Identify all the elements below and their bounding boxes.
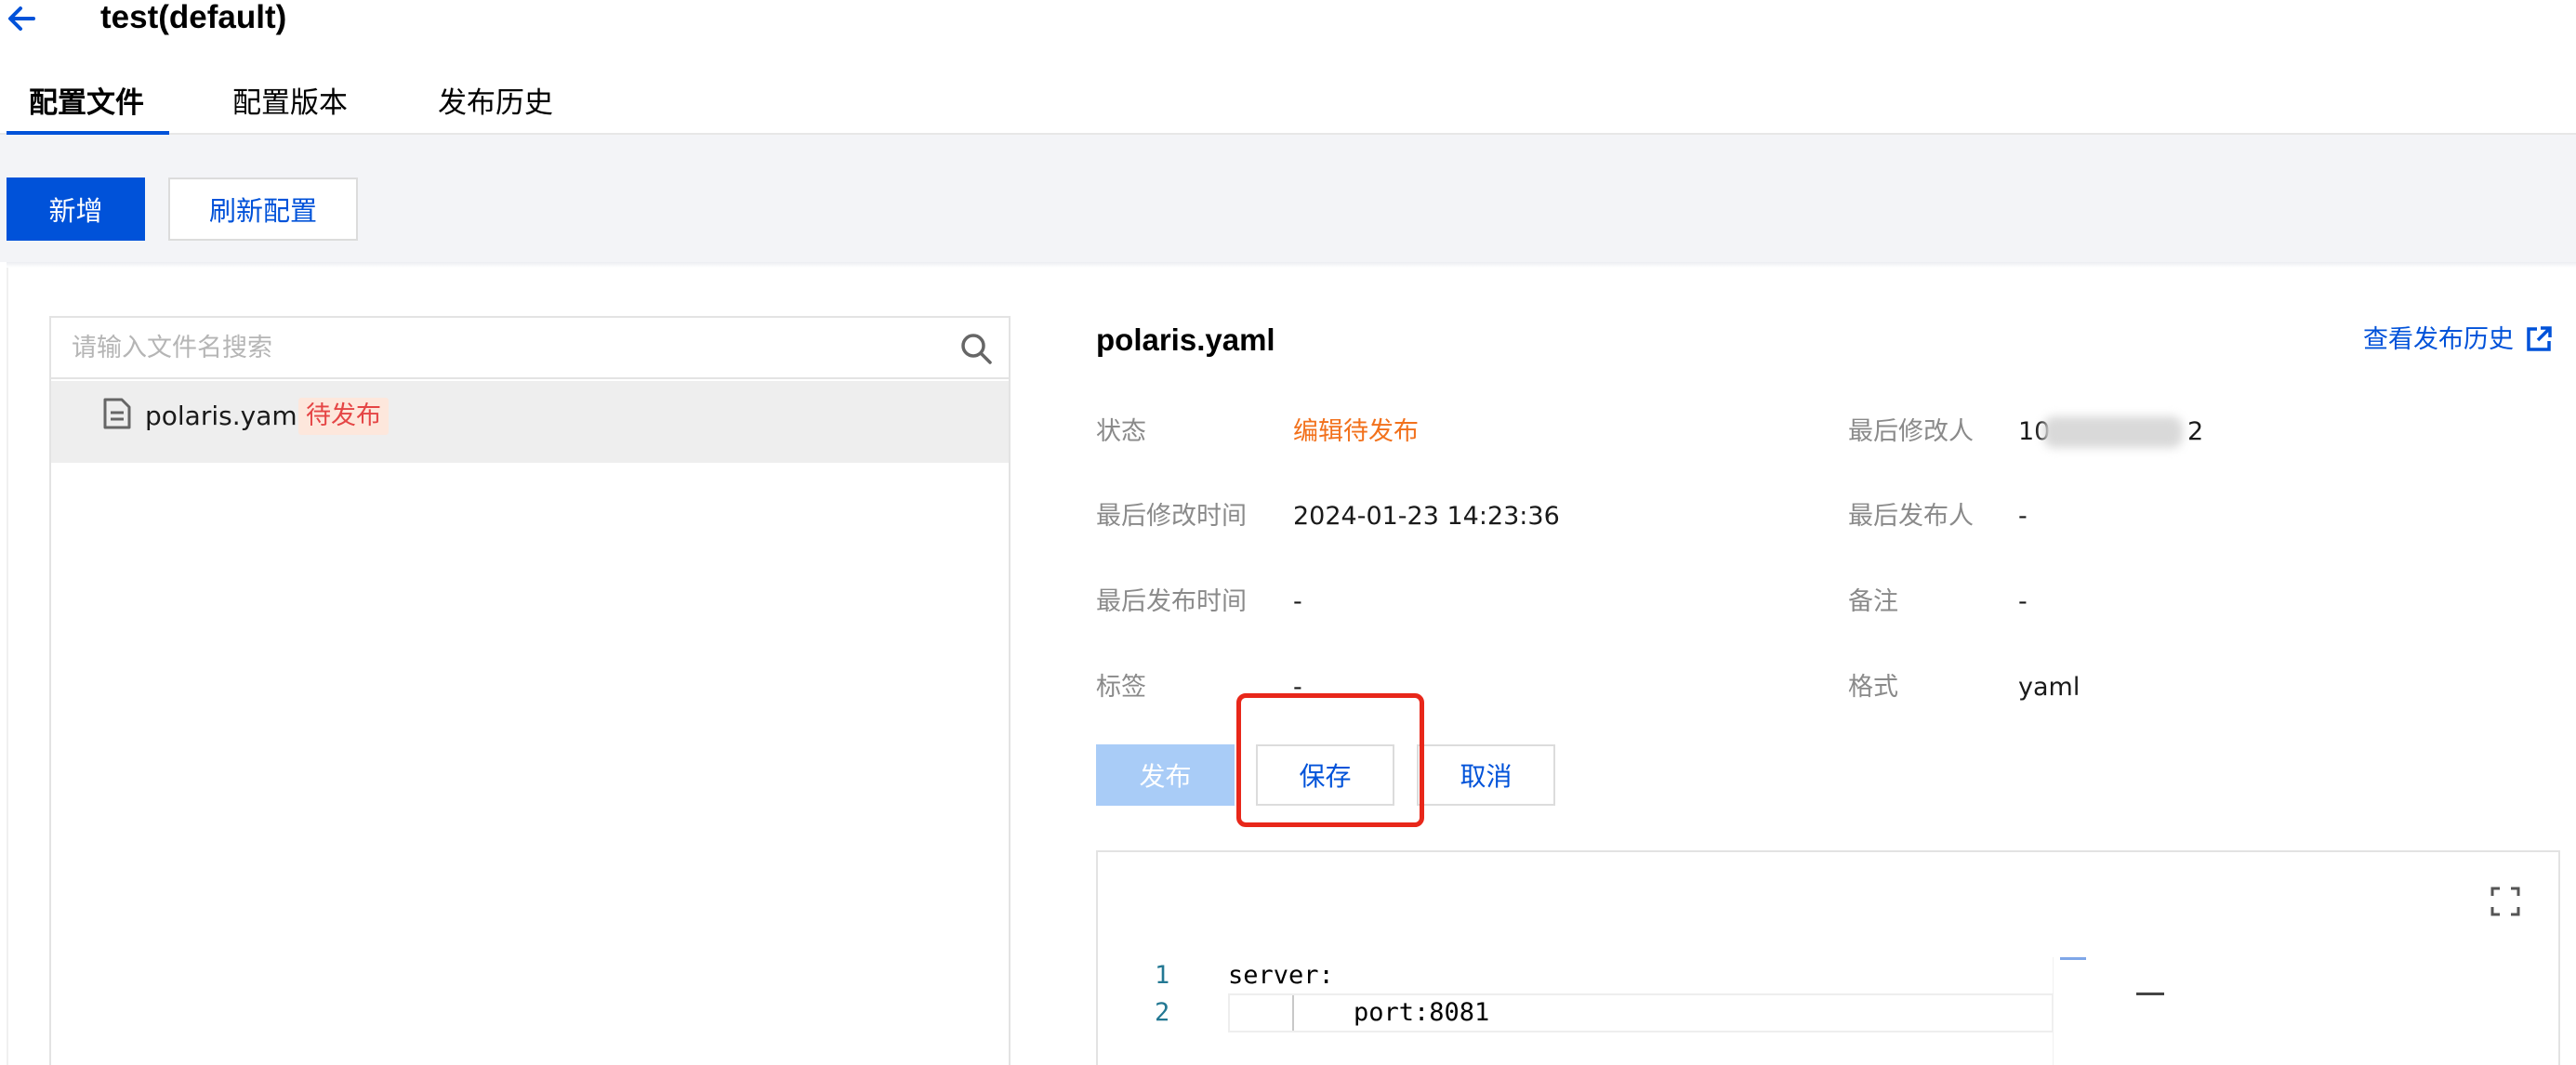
- last-modifier-value-end: 2: [2187, 417, 2204, 446]
- file-icon: [101, 397, 133, 430]
- status-label: 状态: [1096, 417, 1146, 446]
- new-button[interactable]: 新增: [7, 178, 145, 241]
- last-modified-time-label: 最后修改时间: [1096, 502, 1247, 531]
- pending-publish-badge: 待发布: [298, 398, 389, 435]
- file-name: polaris.yaml: [145, 401, 305, 431]
- minimap-mark: [2060, 957, 2086, 960]
- last-publish-time-label: 最后发布时间: [1096, 587, 1247, 616]
- tab-publish-history[interactable]: 发布历史: [438, 80, 553, 126]
- code-line[interactable]: port:8081: [1354, 994, 1489, 1032]
- code-line[interactable]: server:: [1228, 957, 1334, 994]
- cancel-button[interactable]: 取消: [1417, 744, 1555, 806]
- panel-shadow: [7, 262, 2576, 268]
- detail-title: polaris.yaml: [1096, 322, 1275, 357]
- redacted-blur: [2043, 416, 2183, 448]
- search-icon[interactable]: [958, 330, 995, 367]
- tags-label: 标签: [1096, 673, 1146, 702]
- line-number: 1: [1155, 961, 1170, 990]
- remark-label: 备注: [1848, 587, 1898, 616]
- last-publish-time-value: -: [1293, 587, 1302, 616]
- publish-button[interactable]: 发布: [1096, 744, 1235, 806]
- last-publisher-label: 最后发布人: [1848, 502, 1974, 531]
- line-number: 2: [1155, 998, 1170, 1027]
- toolbar-area: [0, 135, 2576, 262]
- current-line-highlight: [1228, 993, 2054, 1032]
- last-modified-time-value: 2024-01-23 14:23:36: [1293, 502, 1560, 531]
- last-modifier-label: 最后修改人: [1848, 417, 1974, 446]
- editor-minimap[interactable]: [2053, 957, 2137, 1065]
- back-arrow-icon[interactable]: [4, 0, 41, 37]
- indent-guide: [1292, 995, 1294, 1031]
- last-publisher-value: -: [2018, 502, 2028, 531]
- status-value: 编辑待发布: [1293, 417, 1419, 446]
- format-label: 格式: [1848, 673, 1898, 702]
- page-title: test(default): [100, 0, 287, 35]
- refresh-config-button[interactable]: 刷新配置: [168, 178, 358, 241]
- tags-value: -: [1293, 673, 1302, 702]
- remark-value: -: [2018, 587, 2028, 616]
- view-publish-history-link[interactable]: 查看发布历史: [2363, 320, 2514, 361]
- format-value: yaml: [2018, 673, 2081, 702]
- tab-config-versions[interactable]: 配置版本: [232, 80, 348, 126]
- external-link-icon[interactable]: [2525, 325, 2553, 353]
- tab-config-files[interactable]: 配置文件: [29, 80, 144, 126]
- save-button[interactable]: 保存: [1256, 744, 1394, 806]
- file-search-input[interactable]: [51, 318, 1009, 379]
- minimap-mark: [2136, 993, 2164, 995]
- fullscreen-icon[interactable]: [2490, 886, 2521, 917]
